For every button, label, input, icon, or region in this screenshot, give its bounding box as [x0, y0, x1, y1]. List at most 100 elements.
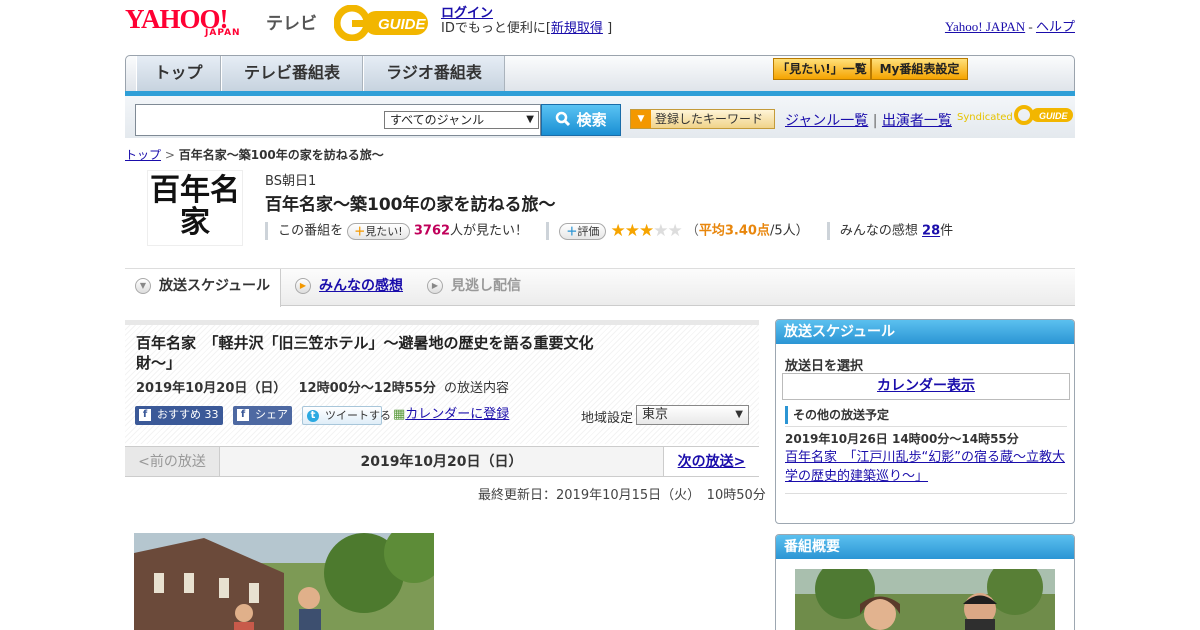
other-schedule-date: 2019年10月26日 14時00分～14時55分	[785, 432, 1019, 446]
tab-schedule-label: 放送スケジュール	[159, 278, 271, 294]
plus-icon: ＋	[566, 224, 578, 238]
search-links: ジャンル一覧 | 出演者一覧	[785, 110, 952, 130]
other-schedule-item[interactable]: 百年名家 「江戸川乱歩“幻影”の宿る蔵～立教大学の歴史的建築巡り～」	[785, 448, 1067, 486]
search-button[interactable]: 検索	[541, 104, 621, 136]
facebook-recommend-button[interactable]: f おすすめ 33	[135, 406, 223, 425]
registered-keyword-label: 登録したキーワード	[655, 112, 764, 126]
calendar-display-link[interactable]: カレンダー表示	[877, 378, 975, 394]
syndicated-label: Syndicated	[957, 112, 1013, 123]
id-promo-text: IDでもっと便利に[	[441, 21, 551, 36]
last-updated: 最終更新日：2019年10月15日（火） 10時50分	[478, 488, 766, 503]
recommend-label: おすすめ	[157, 408, 201, 421]
next-episode-link[interactable]: 次の放送>	[678, 454, 746, 470]
search-icon	[556, 111, 571, 127]
tweet-button[interactable]: t ツイートする	[302, 406, 391, 425]
my-schedule-button[interactable]: My番組表設定	[871, 58, 968, 80]
region-select[interactable]: 東京 ▼	[636, 405, 749, 425]
rate-label-text: 評価	[577, 224, 600, 238]
recommend-count: 33	[204, 408, 219, 421]
program-logo-text: 百年名家	[150, 173, 240, 240]
select-date-label: 放送日を選択	[785, 359, 864, 374]
twitter-bird-icon: t	[307, 410, 319, 422]
nav-tab-tv-schedule[interactable]: テレビ番組表	[221, 56, 363, 91]
facebook-icon: f	[139, 409, 151, 421]
rate-button[interactable]: ＋評価	[559, 222, 607, 240]
dropdown-arrow-icon: ▼	[735, 409, 743, 420]
other-schedule-link[interactable]: 百年名家 「江戸川乱歩“幻影”の宿る蔵～立教大学の歴史的建築巡り～」	[785, 450, 1065, 484]
program-logo: 百年名家	[147, 170, 243, 246]
tab-schedule[interactable]: ▼ 放送スケジュール	[125, 269, 281, 307]
episode-title: 百年名家 「軽井沢「旧三笠ホテル」～避暑地の歴史を語る重要文化財～」	[136, 334, 594, 372]
help-link[interactable]: ヘルプ	[1036, 19, 1075, 34]
sidebar-overview: 番組概要	[775, 534, 1075, 630]
stats-divider	[826, 222, 830, 240]
episode-photo	[134, 533, 434, 630]
episode-suffix: の放送内容	[444, 381, 510, 396]
want-suffix: 人が見たい！	[450, 223, 529, 239]
tv-logo-text[interactable]: テレビ	[266, 9, 317, 34]
this-program-label: この番組を	[278, 223, 344, 239]
impressions-count-link[interactable]: 28	[922, 224, 940, 239]
header-links: Yahoo! JAPAN - ヘルプ	[945, 16, 1075, 35]
dropdown-triangle-icon: ▼	[631, 110, 651, 128]
breadcrumb-top-link[interactable]: トップ	[125, 148, 161, 162]
program-title: 百年名家～築100年の家を訪ねる旅～	[265, 195, 556, 215]
genre-select-value: すべてのジャンル	[390, 113, 485, 127]
search-link-divider: |	[872, 113, 878, 129]
main-nav: トップ テレビ番組表 ラジオ番組表 「見たい!」一覧 My番組表設定	[125, 55, 1075, 92]
performer-list-link[interactable]: 出演者一覧	[882, 113, 952, 129]
registered-keyword-button[interactable]: ▼ 登録したキーワード	[630, 109, 775, 129]
play-icon: ▶	[295, 278, 311, 294]
stats-divider	[265, 222, 268, 240]
login-link[interactable]: ログイン	[441, 6, 493, 21]
impressions-label: みんなの感想	[839, 223, 918, 239]
sidebar-schedule-title: 放送スケジュール	[776, 320, 1074, 344]
prev-episode-button[interactable]: <前の放送	[125, 447, 220, 476]
nav-tab-top[interactable]: トップ	[136, 56, 221, 91]
tab-impressions[interactable]: ▶ みんなの感想	[285, 269, 415, 306]
sidebar-schedule: 放送スケジュール 放送日を選択 カレンダー表示 その他の放送予定 2019年10…	[775, 319, 1075, 524]
login-box: ログイン IDでもっと便利に[新規取得 ]	[441, 6, 612, 36]
tab-catchup[interactable]: ▶ 見逃し配信	[417, 269, 557, 306]
want-to-watch-button[interactable]: ＋見たい!	[347, 222, 410, 240]
episode-date: 2019年10月20日（日）	[136, 381, 287, 396]
genre-list-link[interactable]: ジャンル一覧	[785, 113, 868, 129]
id-promo-text-end: ]	[607, 21, 613, 36]
other-schedule-label: その他の放送予定	[785, 406, 889, 424]
program-tabs: ▼ 放送スケジュール ▶ みんなの感想 ▶ 見逃し配信	[125, 268, 1075, 307]
tab-impressions-link[interactable]: みんなの感想	[319, 278, 403, 294]
tweet-label: ツイートする	[325, 409, 391, 422]
dropdown-arrow-icon: ▼	[526, 114, 534, 125]
facebook-share-button[interactable]: f シェア	[233, 406, 292, 425]
want-to-watch-label: 見たい!	[365, 224, 403, 238]
yahoo-japan-link[interactable]: Yahoo! JAPAN	[945, 19, 1025, 34]
next-episode-button[interactable]: 次の放送>	[663, 447, 759, 476]
region-select-value: 東京	[642, 407, 669, 422]
channel-name: BS朝日1	[265, 174, 317, 189]
share-label: シェア	[255, 408, 288, 421]
plus-icon: ＋	[354, 224, 366, 238]
nav-tab-radio-schedule[interactable]: ラジオ番組表	[363, 56, 505, 91]
search-button-label: 検索	[576, 111, 607, 129]
calendar-display-button[interactable]: カレンダー表示	[782, 373, 1070, 400]
rating-open: （	[685, 223, 699, 239]
register-link[interactable]: 新規取得	[551, 21, 603, 36]
episode-datetime: 2019年10月20日（日） 12時00分～12時55分 の放送内容	[136, 377, 509, 396]
calendar-register-link[interactable]: カレンダーに登録	[405, 407, 509, 422]
want-list-button[interactable]: 「見たい!」一覧	[773, 58, 871, 80]
sidebar-overview-title: 番組概要	[776, 535, 1074, 559]
calendar-plus-icon: ▦	[393, 407, 406, 422]
breadcrumb-current: 百年名家～築100年の家を訪ねる旅～	[178, 148, 384, 162]
header-link-separator: -	[1028, 19, 1033, 34]
play-icon: ▶	[427, 278, 443, 294]
facebook-icon: f	[237, 409, 249, 421]
genre-select[interactable]: すべてのジャンル ▼	[384, 111, 539, 129]
tab-catchup-label: 見逃し配信	[451, 278, 521, 294]
rating-stars: ★★★★★	[610, 221, 682, 241]
breadcrumb: トップ > 百年名家～築100年の家を訪ねる旅～	[125, 146, 384, 163]
calendar-register[interactable]: ▦カレンダーに登録	[393, 406, 509, 424]
region-label: 地域設定	[581, 411, 634, 426]
gguide-logo[interactable]: GUIDE	[333, 4, 432, 42]
rating-count: /5人）	[769, 223, 809, 239]
overview-photo	[795, 569, 1055, 630]
